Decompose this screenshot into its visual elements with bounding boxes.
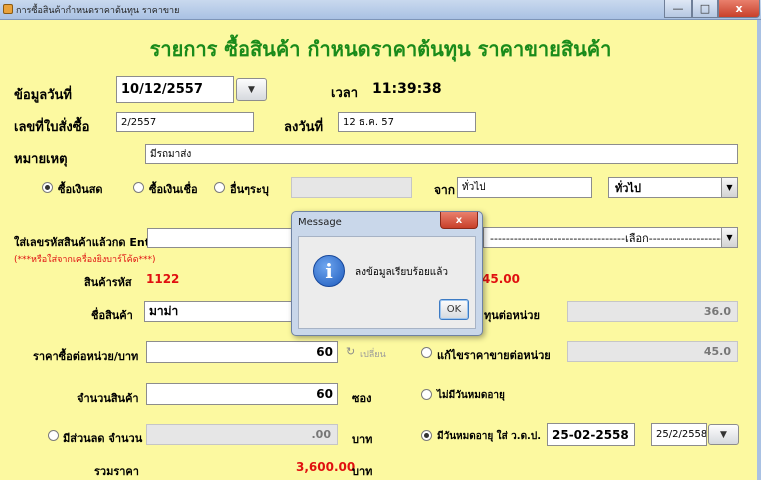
expiry-date-display[interactable]: 25/2/2558	[651, 423, 707, 446]
note-field[interactable]: มีรถมาส่ง	[145, 144, 738, 164]
cash-radio-label: ซื้อเงินสด	[58, 183, 103, 196]
discount-label: มีส่วนลด จำนวน	[63, 432, 143, 445]
window-titlebar: การซื้อสินค้ากำหนดราคาต้นทุน ราคาขาย	[0, 0, 761, 20]
edit-sell-price-label: แก้ไขราคาขายต่อหน่วย	[437, 349, 551, 362]
supplier-select[interactable]: ทั่วไป ▼	[608, 177, 738, 198]
chevron-down-icon: ▼	[721, 178, 737, 197]
signed-date-label: ลงวันที่	[284, 120, 324, 135]
total-value: 3,600.00	[296, 460, 356, 474]
close-icon: x	[455, 214, 463, 226]
quantity-label: จำนวนสินค้า	[77, 392, 139, 405]
sell-price-field: 45.0	[567, 341, 738, 362]
chevron-down-icon: ▼	[721, 228, 737, 247]
time-value: 11:39:38	[372, 81, 442, 97]
expiry-picker-button[interactable]: ▼	[708, 424, 739, 445]
dialog-body: i ลงข้อมูลเรียบร้อยแล้ว OK	[298, 236, 476, 329]
chevron-down-icon: ▼	[720, 429, 727, 440]
ok-button[interactable]: OK	[439, 299, 469, 320]
discount-baht-label: บาท	[352, 433, 373, 446]
supplier-select-value: ทั่วไป	[615, 181, 641, 195]
message-dialog: Message x i ลงข้อมูลเรียบร้อยแล้ว OK	[291, 211, 483, 336]
app-icon	[3, 4, 13, 14]
time-label: เวลา	[331, 86, 359, 101]
quantity-field[interactable]: 60	[146, 383, 338, 405]
cash-radio[interactable]	[42, 182, 53, 193]
change-button-label: เปลี่ยน	[360, 350, 386, 360]
product-name-field[interactable]: มาม่า	[144, 301, 294, 322]
discount-radio[interactable]	[48, 430, 59, 441]
maximize-button[interactable]: □	[692, 0, 718, 18]
refresh-icon[interactable]: ↻	[346, 345, 355, 358]
date-label: ข้อมูลวันที่	[14, 88, 72, 103]
signed-date-field[interactable]: 12 ธ.ค. 57	[338, 112, 476, 132]
other-specify-field	[291, 177, 412, 198]
total-label: รวมราคา	[94, 465, 139, 478]
minimize-icon: —	[672, 2, 684, 15]
credit-radio-label: ซื้อเงินเชื่อ	[149, 183, 198, 196]
minimize-button[interactable]: —	[664, 0, 692, 18]
close-button[interactable]: x	[718, 0, 760, 18]
info-icon: i	[313, 255, 345, 287]
cost-per-unit-label: ทุนต่อหน่วย	[484, 309, 540, 322]
maximize-icon: □	[699, 2, 711, 15]
dialog-message: ลงข้อมูลเรียบร้อยแล้ว	[355, 267, 448, 278]
expiry-date-field[interactable]: 25-02-2558	[547, 423, 635, 446]
product-code-display-label: สินค้ารหัส	[84, 276, 132, 289]
expiry-radio[interactable]	[421, 430, 432, 441]
note-label: หมายเหตุ	[14, 152, 68, 167]
window-frame	[757, 20, 761, 480]
discount-field: .00	[146, 424, 338, 445]
order-number-label: เลขที่ใบสั่งซื้อ	[14, 120, 90, 135]
other-radio[interactable]	[214, 182, 225, 193]
expiry-label: มีวันหมดอายุ ใส่ ว.ด.ป.	[437, 431, 542, 442]
chevron-down-icon: ▼	[248, 84, 255, 95]
product-code-value: 1122	[146, 272, 180, 286]
window-title: การซื้อสินค้ากำหนดราคาต้นทุน ราคาขาย	[16, 6, 180, 16]
product-name-label: ชื่อสินค้า	[91, 309, 133, 322]
product-code-field[interactable]	[147, 228, 294, 248]
buy-price-label: ราคาซื้อต่อหน่วย/บาท	[33, 350, 139, 363]
no-expiry-label: ไม่มีวันหมดอายุ	[437, 390, 505, 401]
order-number-field[interactable]: 2/2557	[116, 112, 254, 132]
product-price-value: 45.00	[482, 272, 520, 286]
product-code-label: ใส่เลขรหัสสินค้าแล้วกด Enter	[14, 236, 163, 249]
no-expiry-radio[interactable]	[421, 389, 432, 400]
page-heading: รายการ ซื้อสินค้า กำหนดราคาต้นทุน ราคาขา…	[149, 37, 612, 61]
dialog-title: Message	[298, 217, 342, 228]
edit-sell-price-radio[interactable]	[421, 347, 432, 358]
date-field[interactable]: 10/12/2557	[116, 76, 234, 103]
barcode-hint: (***หรือใส่จากเครื่องยิงบาร์โค้ด***)	[14, 255, 156, 265]
quantity-unit: ซอง	[352, 392, 372, 405]
date-picker-button[interactable]: ▼	[236, 78, 267, 101]
product-select[interactable]: ----------------------------------เลือก-…	[483, 227, 738, 248]
from-label: จาก	[434, 183, 456, 197]
other-radio-label: อื่นๆระบุ	[230, 183, 269, 196]
close-icon: x	[735, 2, 743, 15]
product-select-value: ----------------------------------เลือก-…	[490, 231, 737, 245]
cost-per-unit-field: 36.0	[567, 301, 738, 322]
credit-radio[interactable]	[133, 182, 144, 193]
from-field[interactable]: ทั่วไป	[457, 177, 592, 198]
buy-price-field[interactable]: 60	[146, 341, 338, 363]
total-unit: บาท	[352, 465, 373, 478]
dialog-close-button[interactable]: x	[440, 212, 478, 229]
